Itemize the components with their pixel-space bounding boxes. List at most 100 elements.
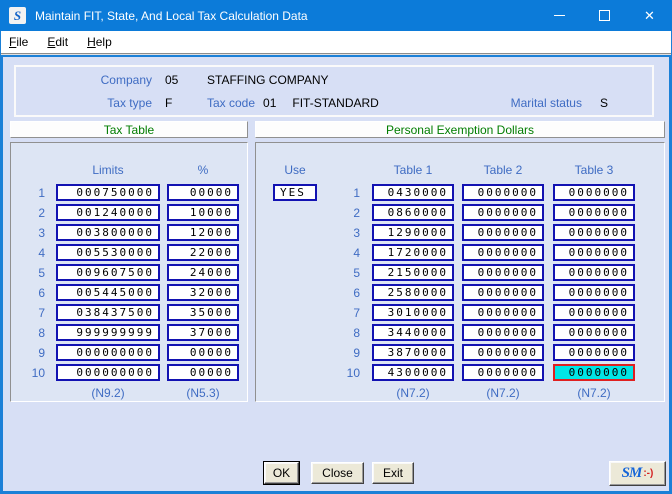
personal-exemption-row: 6 2580000 0000000 0000000 xyxy=(256,284,664,301)
table3-field[interactable]: 0000000 xyxy=(553,264,635,281)
table1-field[interactable]: 1290000 xyxy=(372,224,454,241)
title-bar: S Maintain FIT, State, And Local Tax Cal… xyxy=(0,0,672,31)
percent-field[interactable]: 37000 xyxy=(167,324,239,341)
personal-exemption-row: 1 0430000 0000000 0000000 xyxy=(256,184,664,201)
limit-field[interactable]: 999999999 xyxy=(56,324,160,341)
table1-field[interactable]: 3010000 xyxy=(372,304,454,321)
limit-field[interactable]: 038437500 xyxy=(56,304,160,321)
personal-exemption-row: 2 0860000 0000000 0000000 xyxy=(256,204,664,221)
row-number: 5 xyxy=(256,266,360,280)
table2-field[interactable]: 0000000 xyxy=(462,284,544,301)
table2-field[interactable]: 0000000 xyxy=(462,224,544,241)
table1-field[interactable]: 1720000 xyxy=(372,244,454,261)
percent-field[interactable]: 35000 xyxy=(167,304,239,321)
table1-field[interactable]: 2580000 xyxy=(372,284,454,301)
limits-column-header: Limits xyxy=(56,163,160,177)
tax-table-row: 7 038437500 35000 xyxy=(11,304,247,321)
table3-format-label: (N7.2) xyxy=(553,386,635,400)
sm-logo-button[interactable]: SM :-) xyxy=(609,461,666,486)
row-number: 10 xyxy=(11,366,45,380)
maximize-icon xyxy=(599,10,610,21)
row-number: 5 xyxy=(11,266,45,280)
percent-field[interactable]: 00000 xyxy=(167,364,239,381)
exit-button[interactable]: Exit xyxy=(372,462,414,484)
tax-table-row: 4 005530000 22000 xyxy=(11,244,247,261)
company-label: Company xyxy=(16,73,152,87)
menu-item-file[interactable]: File xyxy=(9,35,28,49)
percent-field[interactable]: 24000 xyxy=(167,264,239,281)
marital-status-label: Marital status xyxy=(511,96,582,110)
row-number: 9 xyxy=(256,346,360,360)
percent-field[interactable]: 12000 xyxy=(167,224,239,241)
table2-field[interactable]: 0000000 xyxy=(462,364,544,381)
table2-field[interactable]: 0000000 xyxy=(462,264,544,281)
smiley-icon: :-) xyxy=(643,468,653,479)
tax-code-label: Tax code xyxy=(207,96,255,110)
limit-field[interactable]: 000750000 xyxy=(56,184,160,201)
marital-status-value: S xyxy=(600,96,608,110)
table3-field[interactable]: 0000000 xyxy=(553,224,635,241)
table1-field[interactable]: 0860000 xyxy=(372,204,454,221)
table1-field[interactable]: 3870000 xyxy=(372,344,454,361)
tax-table-panel-title: Tax Table xyxy=(10,121,248,138)
row-number: 1 xyxy=(11,186,45,200)
table2-field[interactable]: 0000000 xyxy=(462,204,544,221)
table3-field[interactable]: 0000000 xyxy=(553,184,635,201)
percent-field[interactable]: 00000 xyxy=(167,344,239,361)
row-number: 8 xyxy=(256,326,360,340)
percent-field[interactable]: 22000 xyxy=(167,244,239,261)
company-name: STAFFING COMPANY xyxy=(207,73,329,87)
limit-field[interactable]: 009607500 xyxy=(56,264,160,281)
table1-field[interactable]: 0430000 xyxy=(372,184,454,201)
row-number: 7 xyxy=(256,306,360,320)
close-dialog-button[interactable]: Close xyxy=(311,462,364,484)
company-row: Company 05 STAFFING COMPANY xyxy=(16,73,652,87)
limit-field[interactable]: 001240000 xyxy=(56,204,160,221)
table2-field[interactable]: 0000000 xyxy=(462,184,544,201)
row-number: 7 xyxy=(11,306,45,320)
record-header-box: Company 05 STAFFING COMPANY Tax type F T… xyxy=(14,65,654,117)
minimize-button[interactable] xyxy=(537,0,582,31)
percent-field[interactable]: 10000 xyxy=(167,204,239,221)
menu-item-edit[interactable]: Edit xyxy=(47,35,68,49)
personal-exemption-rows: 1 0430000 0000000 0000000 2 0860000 0000… xyxy=(256,184,664,384)
row-number: 3 xyxy=(11,226,45,240)
personal-exemption-row: 3 1290000 0000000 0000000 xyxy=(256,224,664,241)
table2-field[interactable]: 0000000 xyxy=(462,324,544,341)
ok-button[interactable]: OK xyxy=(264,462,299,484)
row-number: 3 xyxy=(256,226,360,240)
table1-field[interactable]: 2150000 xyxy=(372,264,454,281)
limit-field[interactable]: 005445000 xyxy=(56,284,160,301)
table2-format-label: (N7.2) xyxy=(462,386,544,400)
personal-exemption-row: 4 1720000 0000000 0000000 xyxy=(256,244,664,261)
table1-field[interactable]: 4300000 xyxy=(372,364,454,381)
percent-field[interactable]: 32000 xyxy=(167,284,239,301)
table3-field[interactable]: 0000000 xyxy=(553,304,635,321)
limit-field[interactable]: 000000000 xyxy=(56,344,160,361)
table3-field[interactable]: 0000000 xyxy=(553,364,635,381)
table3-field[interactable]: 0000000 xyxy=(553,244,635,261)
sm-logo-icon: SM xyxy=(622,465,642,482)
maximize-button[interactable] xyxy=(582,0,627,31)
percent-field[interactable]: 00000 xyxy=(167,184,239,201)
limit-field[interactable]: 000000000 xyxy=(56,364,160,381)
table2-field[interactable]: 0000000 xyxy=(462,344,544,361)
close-icon: ✕ xyxy=(644,9,655,22)
menu-item-help[interactable]: Help xyxy=(87,35,112,49)
percent-column-header: % xyxy=(167,163,239,177)
limit-field[interactable]: 003800000 xyxy=(56,224,160,241)
table3-field[interactable]: 0000000 xyxy=(553,344,635,361)
tax-table-row: 8 999999999 37000 xyxy=(11,324,247,341)
table2-field[interactable]: 0000000 xyxy=(462,244,544,261)
tax-table-rows: 1 000750000 00000 2 001240000 10000 3 00… xyxy=(11,184,247,384)
close-button[interactable]: ✕ xyxy=(627,0,672,31)
table3-field[interactable]: 0000000 xyxy=(553,284,635,301)
personal-exemption-panel: Use Table 1 Table 2 Table 3 YES 1 043000… xyxy=(255,142,665,402)
table1-field[interactable]: 3440000 xyxy=(372,324,454,341)
limit-field[interactable]: 005530000 xyxy=(56,244,160,261)
table2-field[interactable]: 0000000 xyxy=(462,304,544,321)
table3-field[interactable]: 0000000 xyxy=(553,204,635,221)
company-code: 05 xyxy=(165,73,199,87)
taxcode-row: Tax type F Tax code 01 FIT-STANDARD Mari… xyxy=(16,96,652,110)
table3-field[interactable]: 0000000 xyxy=(553,324,635,341)
